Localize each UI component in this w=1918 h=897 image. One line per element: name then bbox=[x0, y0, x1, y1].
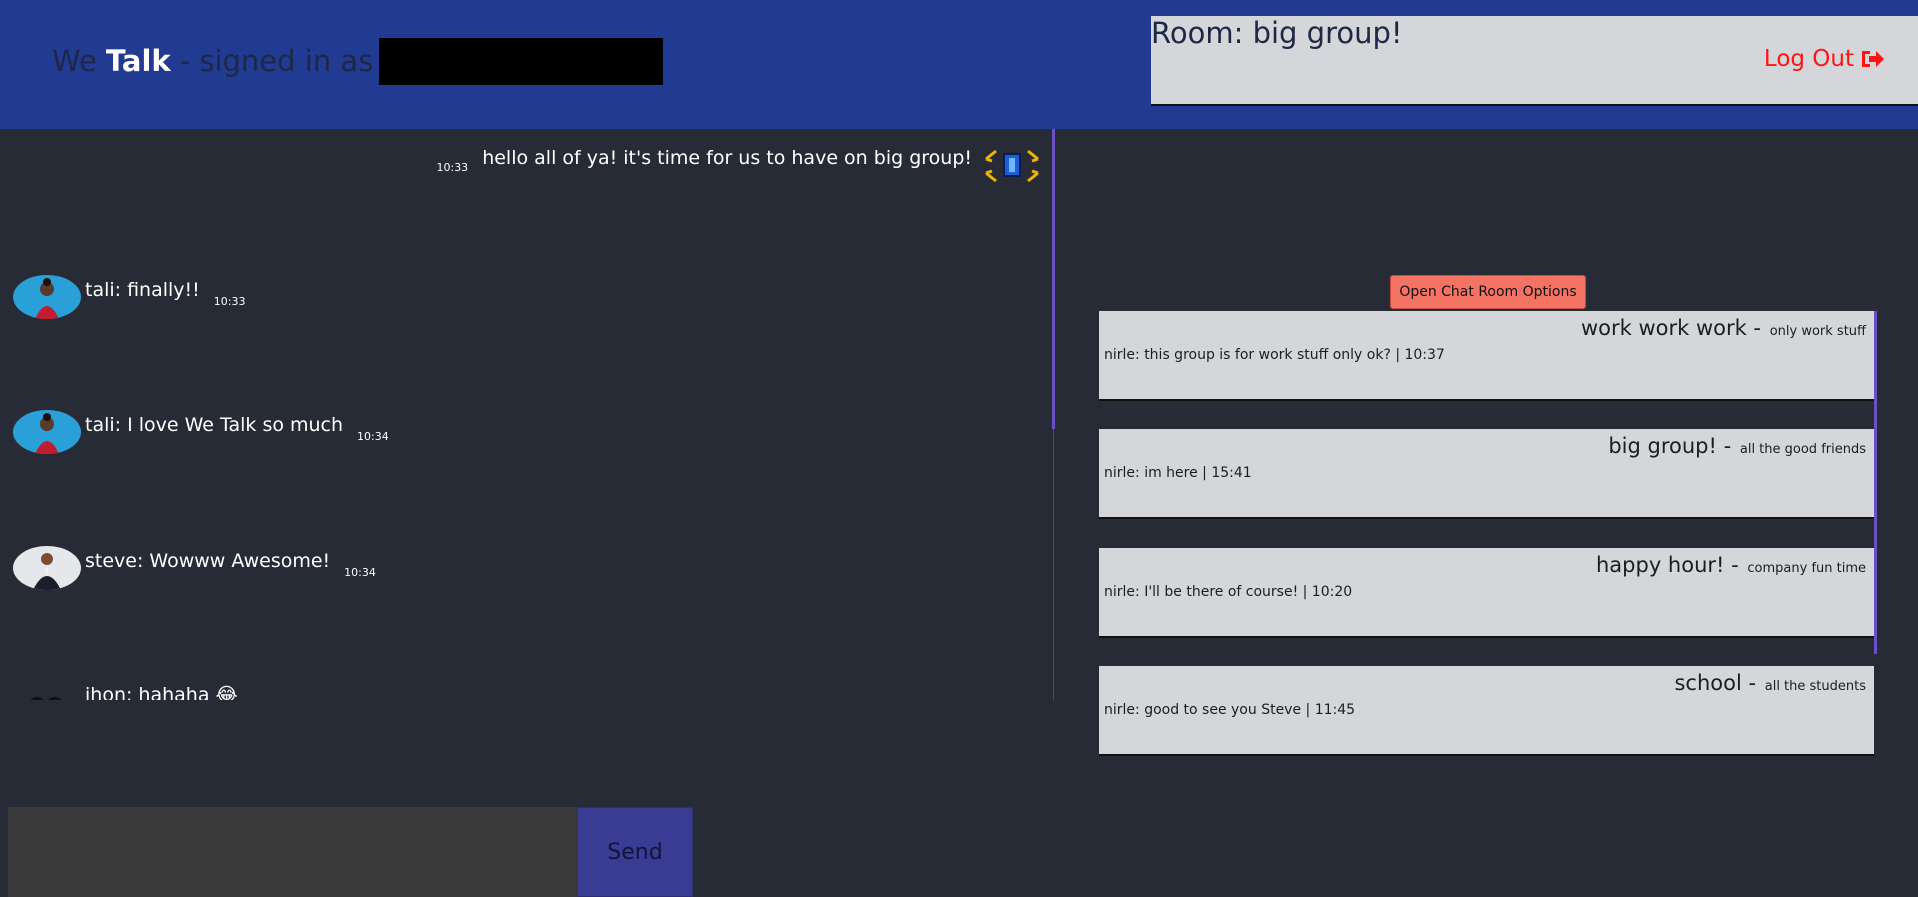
message-own: 10:33 hello all of ya! it's time for us … bbox=[436, 143, 1044, 187]
message-row: jhon: hahaha 😂 bbox=[13, 680, 238, 700]
chat-scrollbar[interactable] bbox=[1052, 129, 1055, 429]
room-card-happy-hour[interactable]: happy hour! - company fun time nirle: I'… bbox=[1099, 548, 1874, 638]
room-title: work work work - only work stuff bbox=[1581, 316, 1866, 340]
logout-label: Log Out bbox=[1763, 46, 1854, 72]
message-row: steve: Wowww Awesome! 10:34 bbox=[13, 546, 376, 590]
brand-we: We bbox=[52, 44, 97, 78]
avatar-tali bbox=[35, 278, 59, 319]
room-name: school - bbox=[1674, 671, 1757, 695]
avatar bbox=[13, 410, 81, 454]
room-last-message: nirle: im here | 15:41 bbox=[1104, 465, 1252, 481]
room-card-school[interactable]: school - all the students nirle: good to… bbox=[1099, 666, 1874, 756]
header-title: We Talk - signed in as Room: big group! bbox=[52, 16, 1918, 106]
room-last-message: nirle: good to see you Steve | 11:45 bbox=[1104, 702, 1356, 718]
avatar-tali bbox=[35, 413, 59, 454]
message-text: hello all of ya! it's time for us to hav… bbox=[482, 147, 972, 169]
top-header: We Talk - signed in as Room: big group! … bbox=[0, 0, 1918, 129]
avatar-jhon bbox=[30, 697, 62, 700]
room-description: all the good friends bbox=[1739, 442, 1866, 457]
open-chat-room-options-button[interactable]: Open Chat Room Options bbox=[1390, 275, 1586, 309]
message-text: steve: Wowww Awesome! bbox=[85, 550, 331, 572]
room-description: company fun time bbox=[1747, 561, 1866, 576]
room-last-message: nirle: I'll be there of course! | 10:20 bbox=[1104, 584, 1353, 600]
send-button[interactable]: Send bbox=[577, 807, 693, 897]
room-name: big group! - bbox=[1608, 434, 1732, 458]
message-time: 10:34 bbox=[344, 566, 376, 579]
avatar bbox=[13, 546, 81, 590]
message-text: tali: finally!! bbox=[85, 279, 200, 301]
room-name: happy hour! - bbox=[1595, 553, 1739, 577]
message-text: tali: I love We Talk so much bbox=[85, 414, 344, 436]
chat-messages[interactable]: 10:33 hello all of ya! it's time for us … bbox=[0, 129, 1054, 700]
room-name: work work work - bbox=[1580, 316, 1762, 340]
message-input[interactable] bbox=[8, 807, 580, 897]
message-row: tali: I love We Talk so much 10:34 bbox=[13, 410, 389, 454]
message-row: tali: finally!! 10:33 bbox=[13, 275, 245, 319]
room-description: only work stuff bbox=[1769, 324, 1866, 339]
message-text: jhon: hahaha 😂 bbox=[85, 684, 238, 700]
avatar-steve bbox=[33, 553, 61, 590]
signed-in-text: - signed in as bbox=[179, 44, 374, 78]
brand-talk: Talk bbox=[105, 44, 171, 78]
message-time: 10:33 bbox=[213, 295, 246, 308]
logout-button[interactable]: Log Out bbox=[1764, 46, 1884, 72]
room-title: school - all the students bbox=[1674, 671, 1866, 695]
room-description: all the students bbox=[1764, 679, 1866, 694]
avatar bbox=[13, 275, 81, 319]
room-card-work[interactable]: work work work - only work stuff nirle: … bbox=[1099, 311, 1874, 401]
room-title: big group! - all the good friends bbox=[1608, 434, 1866, 458]
sign-out-icon bbox=[1862, 51, 1884, 67]
message-time: 10:33 bbox=[436, 161, 469, 174]
chat-scrollbar-track bbox=[1053, 429, 1054, 700]
room-last-message: nirle: this group is for work stuff only… bbox=[1104, 347, 1445, 363]
room-title: happy hour! - company fun time bbox=[1596, 553, 1866, 577]
rooms-scrollbar[interactable] bbox=[1874, 311, 1877, 654]
avatar bbox=[13, 680, 81, 700]
redacted-username bbox=[379, 37, 664, 85]
message-time: 10:34 bbox=[357, 430, 389, 443]
user-avatar-icon bbox=[985, 149, 1039, 183]
room-card-big-group[interactable]: big group! - all the good friends nirle:… bbox=[1099, 429, 1874, 519]
